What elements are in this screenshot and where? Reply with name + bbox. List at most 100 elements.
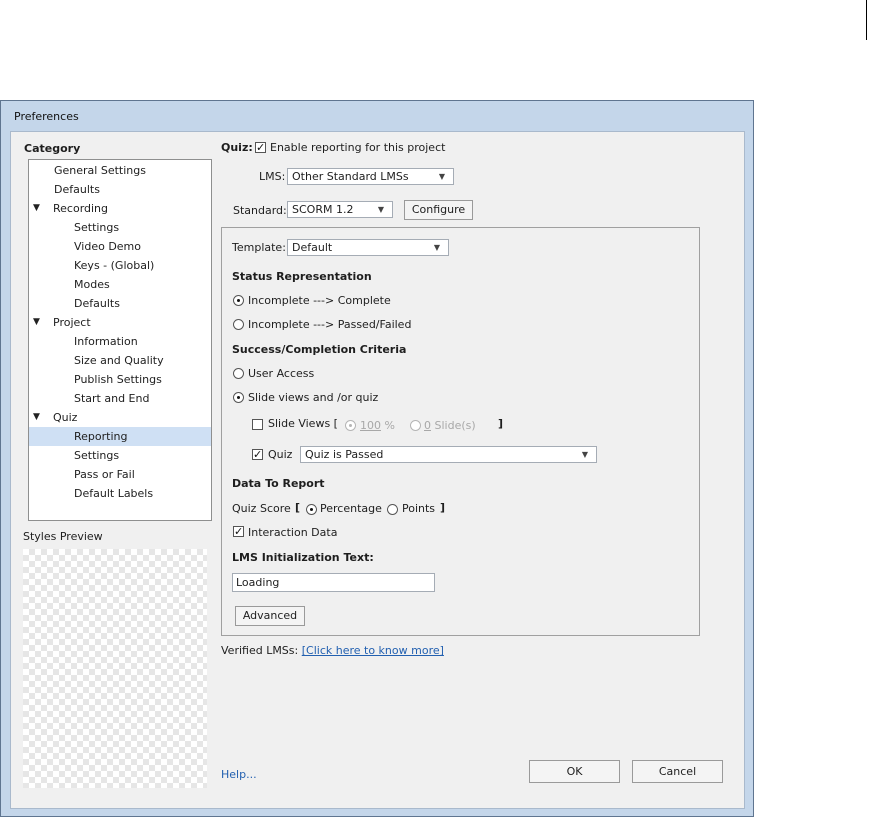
percentage-radio[interactable] [306,504,317,515]
lms-init-text-value: Loading [236,576,280,589]
user-access-label: User Access [248,367,315,380]
criteria-heading: Success/Completion Criteria [232,343,407,356]
category-item[interactable]: Start and End [29,389,211,408]
template-value: Default [292,241,333,254]
category-item-label: Video Demo [74,240,141,253]
quiz-criteria-value: Quiz is Passed [305,448,384,461]
slide-views-slides: 0 Slide(s) [424,419,476,432]
interaction-data-checkbox[interactable]: ✓ [233,526,244,537]
data-to-report-heading: Data To Report [232,477,325,490]
status-passed-failed-radio[interactable] [233,319,244,330]
status-passed-failed-label: Incomplete ---> Passed/Failed [248,318,412,331]
template-dropdown[interactable]: Default ▼ [287,239,449,256]
chevron-down-icon: ▼ [581,450,588,459]
status-complete-label: Incomplete ---> Complete [248,294,391,307]
category-item[interactable]: Information [29,332,211,351]
category-tree[interactable]: General Settings Defaults ▼ Recording Settin… [28,159,212,521]
quiz-score-close-bracket: ] [440,501,446,514]
slide-views-percent: 100 % [360,419,395,432]
chevron-down-icon: ▼ [433,243,440,252]
help-link[interactable]: Help... [221,768,257,781]
category-item[interactable]: Settings [29,446,211,465]
expand-arrow-icon[interactable]: ▼ [33,408,40,427]
ok-button[interactable]: OK [529,760,620,783]
category-item[interactable]: ▼ Recording [29,199,211,218]
category-item[interactable]: Publish Settings [29,370,211,389]
check-icon: ✓ [256,141,266,154]
category-item[interactable]: Keys - (Global) [29,256,211,275]
expand-arrow-icon[interactable]: ▼ [33,199,40,218]
expand-arrow-icon[interactable]: ▼ [33,313,40,332]
category-item[interactable]: ▼ Project [29,313,211,332]
configure-button[interactable]: Configure [404,200,473,220]
percentage-label: Percentage [320,502,382,515]
category-item[interactable]: Settings [29,218,211,237]
standard-value: SCORM 1.2 [292,203,354,216]
slide-views-checkbox[interactable] [252,419,263,430]
advanced-button[interactable]: Advanced [235,606,305,626]
user-access-radio[interactable] [233,368,244,379]
template-label: Template: [232,241,286,254]
points-label: Points [402,502,436,515]
verified-lms-row: Verified LMSs: [Click here to know more] [221,644,444,657]
category-item[interactable]: ▼ Quiz [29,408,211,427]
lms-init-heading: LMS Initialization Text: [232,551,374,564]
chevron-down-icon: ▼ [377,205,384,214]
status-complete-radio[interactable] [233,295,244,306]
lms-init-text-input[interactable]: Loading [232,573,435,592]
category-item-label: Start and End [74,392,150,405]
category-item[interactable]: Default Labels [29,484,211,503]
category-item[interactable]: Size and Quality [29,351,211,370]
window-edge-line [866,0,867,40]
styles-preview-pane [23,549,207,788]
category-item-label: Default Labels [74,487,154,500]
category-item-label: Publish Settings [74,373,162,386]
slide-views-percent-value: 100 [360,419,381,432]
quiz-criteria-dropdown[interactable]: Quiz is Passed ▼ [300,446,597,463]
category-item[interactable]: Modes [29,275,211,294]
category-item-label: Keys - (Global) [74,259,155,272]
status-representation-heading: Status Representation [232,270,372,283]
standard-label: Standard: [233,204,287,217]
quiz-score-open-bracket: [ [295,501,301,514]
category-item-label: Size and Quality [74,354,164,367]
chevron-down-icon: ▼ [438,172,445,181]
dialog-client-area: Category General Settings Defaults ▼ Record… [10,131,745,809]
lms-dropdown[interactable]: Other Standard LMSs ▼ [287,168,454,185]
enable-reporting-checkbox[interactable]: ✓ [255,142,266,153]
quiz-criteria-label: Quiz [268,448,293,461]
quiz-score-label: Quiz Score [232,502,291,515]
slide-views-percent-radio[interactable] [345,420,356,431]
category-item[interactable]: Pass or Fail [29,465,211,484]
category-item-label: Recording [53,202,109,215]
standard-dropdown[interactable]: SCORM 1.2 ▼ [287,201,393,218]
cancel-button[interactable]: Cancel [632,760,723,783]
category-item-label: General Settings [54,164,146,177]
category-item[interactable]: Defaults [29,180,211,199]
points-radio[interactable] [387,504,398,515]
slide-views-quiz-radio[interactable] [233,392,244,403]
slide-views-slides-unit: Slide(s) [434,419,476,432]
quiz-label: Quiz: [221,141,253,154]
category-item[interactable]: Reporting [29,427,211,446]
slide-views-quiz-label: Slide views and /or quiz [248,391,379,404]
category-item-label: Reporting [74,430,128,443]
preferences-dialog: Preferences Category General Settings Def… [0,100,754,817]
verified-lms-link[interactable]: [Click here to know more] [302,644,444,657]
interaction-data-label: Interaction Data [248,526,338,539]
category-item[interactable]: Defaults [29,294,211,313]
category-item-label: Quiz [53,411,78,424]
slide-views-slides-radio[interactable] [410,420,421,431]
slide-views-label: Slide Views [ [268,417,338,430]
verified-lms-label: Verified LMSs: [221,644,299,657]
category-heading: Category [24,142,81,155]
quiz-criteria-checkbox[interactable]: ✓ [252,449,263,460]
category-item[interactable]: General Settings [29,161,211,180]
slide-views-close-bracket: ] [498,417,504,430]
category-item-label: Settings [74,221,120,234]
category-item[interactable]: Video Demo [29,237,211,256]
category-item-label: Modes [74,278,110,291]
dialog-title-bar[interactable]: Preferences [1,101,753,131]
quiz-enable-row: Quiz: [221,141,253,154]
dialog-title: Preferences [14,109,79,123]
